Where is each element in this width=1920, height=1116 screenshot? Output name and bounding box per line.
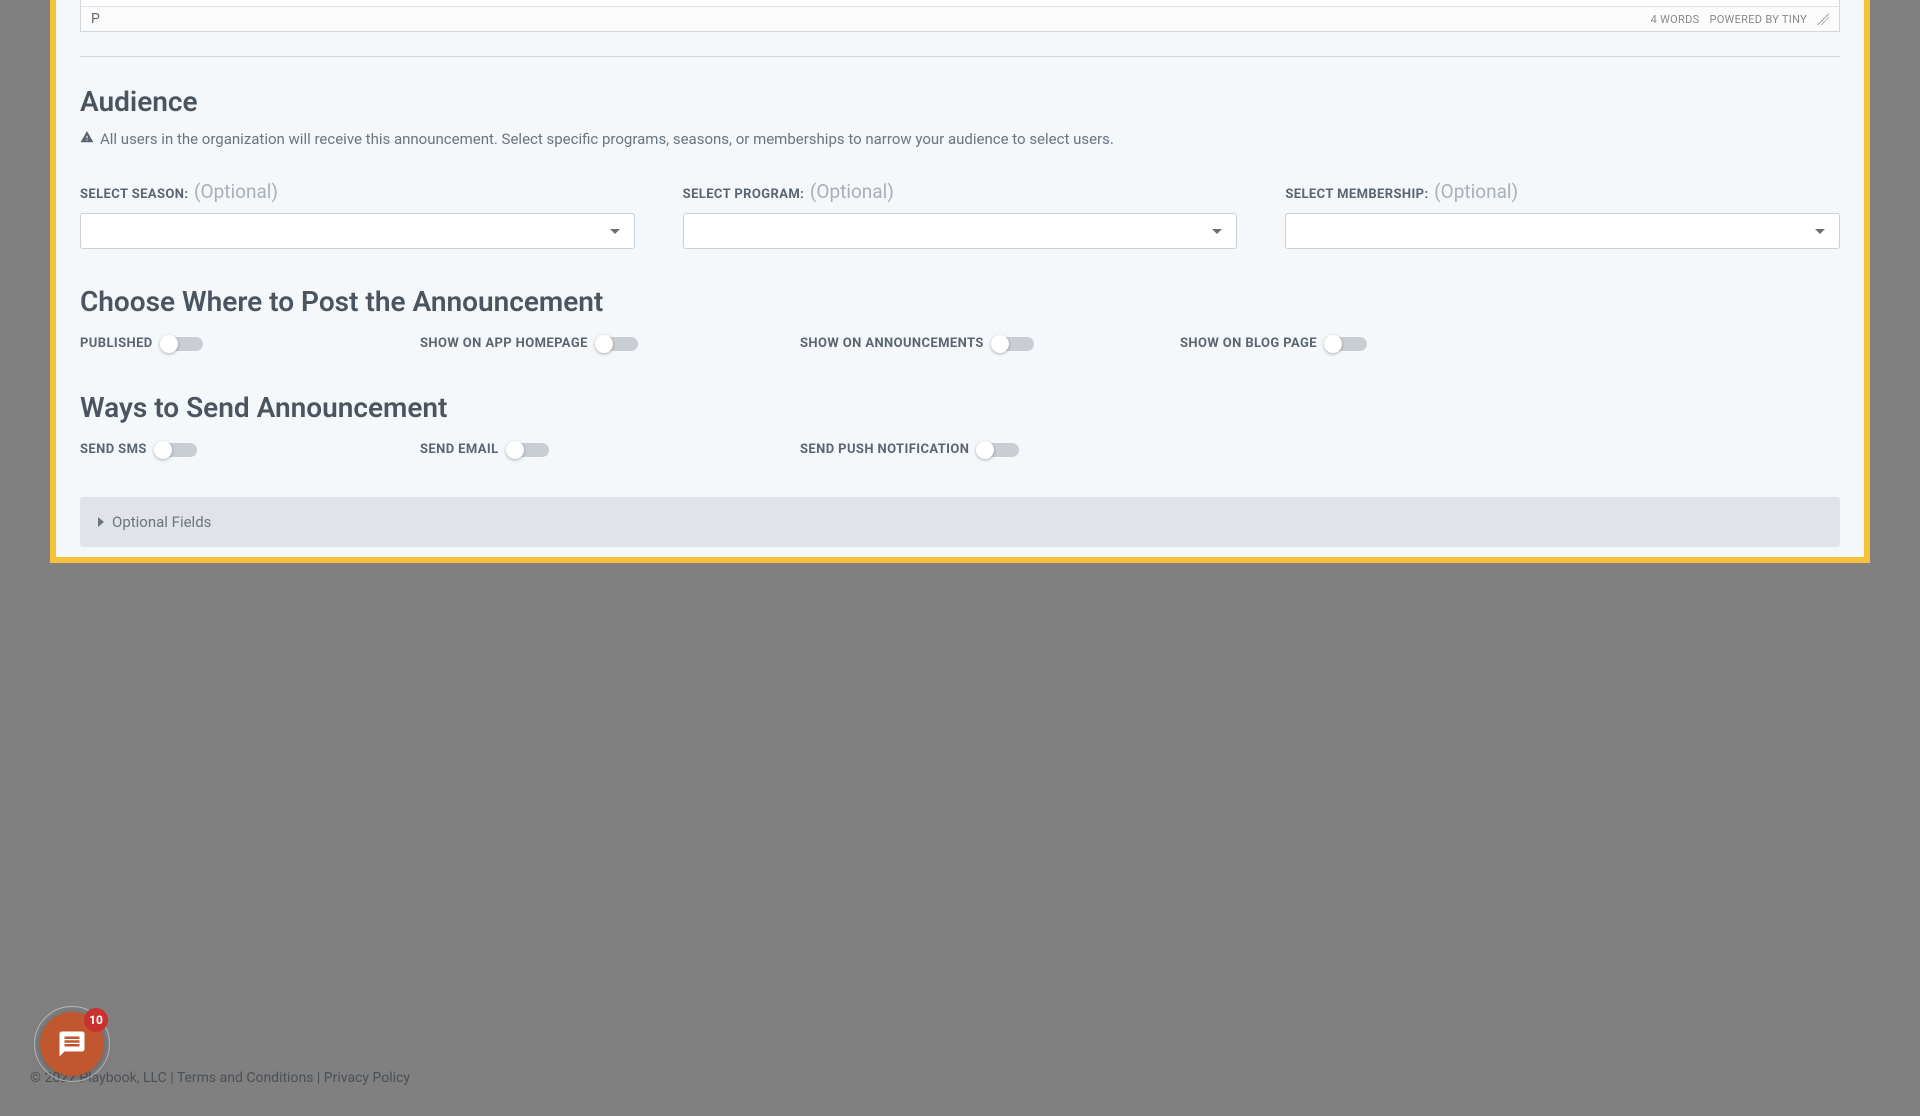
- optional-fields-label: Optional Fields: [112, 513, 211, 531]
- warning-icon: [80, 130, 94, 148]
- audience-filters-row: SELECT SEASON: (Optional) SELECT PROGRAM…: [80, 180, 1840, 249]
- announcements-label: SHOW ON ANNOUNCEMENTS: [800, 336, 984, 351]
- optional-fields-collapsible[interactable]: Optional Fields: [80, 497, 1840, 547]
- announcements-toggle-item: SHOW ON ANNOUNCEMENTS: [800, 336, 1080, 351]
- terms-link[interactable]: Terms and Conditions: [177, 1070, 314, 1086]
- program-label: SELECT PROGRAM: (Optional): [683, 180, 1238, 203]
- optional-hint: (Optional): [194, 180, 278, 203]
- optional-hint: (Optional): [1434, 180, 1518, 203]
- sms-label: SEND SMS: [80, 442, 147, 457]
- editor-statusbar: P 4 WORDS POWERED BY TINY: [81, 6, 1839, 31]
- send-section-title: Ways to Send Announcement: [80, 391, 1840, 424]
- resize-icon[interactable]: [1817, 13, 1829, 25]
- warning-text: All users in the organization will recei…: [100, 130, 1114, 148]
- blog-page-toggle-item: SHOW ON BLOG PAGE: [1180, 336, 1460, 351]
- powered-by: POWERED BY TINY: [1709, 13, 1807, 26]
- push-toggle-item: SEND PUSH NOTIFICATION: [800, 442, 1080, 457]
- editor-path: P: [91, 11, 100, 27]
- program-dropdown[interactable]: [683, 213, 1238, 249]
- published-toggle-item: PUBLISHED: [80, 336, 320, 351]
- post-toggles-row: PUBLISHED SHOW ON APP HOMEPAGE SHOW ON A…: [80, 336, 1840, 351]
- sms-toggle-item: SEND SMS: [80, 442, 320, 457]
- word-count: 4 WORDS: [1651, 13, 1700, 26]
- announcements-toggle[interactable]: [992, 337, 1034, 351]
- email-toggle[interactable]: [507, 443, 549, 457]
- app-homepage-label: SHOW ON APP HOMEPAGE: [420, 336, 588, 351]
- modal-body: P 4 WORDS POWERED BY TINY Audience All u…: [56, 0, 1864, 557]
- chat-icon: [57, 1029, 87, 1059]
- email-toggle-item: SEND EMAIL: [420, 442, 700, 457]
- chevron-down-icon: [610, 229, 620, 234]
- program-field: SELECT PROGRAM: (Optional): [683, 180, 1238, 249]
- season-field: SELECT SEASON: (Optional): [80, 180, 635, 249]
- app-homepage-toggle[interactable]: [596, 337, 638, 351]
- season-label: SELECT SEASON: (Optional): [80, 180, 635, 203]
- send-toggles-row: SEND SMS SEND EMAIL SEND PUSH NOTIFICATI…: [80, 442, 1840, 457]
- membership-field: SELECT MEMBERSHIP: (Optional): [1285, 180, 1840, 249]
- horizontal-scrollbar[interactable]: [0, 1096, 1690, 1106]
- season-dropdown[interactable]: [80, 213, 635, 249]
- membership-dropdown[interactable]: [1285, 213, 1840, 249]
- email-label: SEND EMAIL: [420, 442, 499, 457]
- post-section-title: Choose Where to Post the Announcement: [80, 285, 1840, 318]
- published-label: PUBLISHED: [80, 336, 153, 351]
- audience-warning: All users in the organization will recei…: [80, 130, 1840, 148]
- app-homepage-toggle-item: SHOW ON APP HOMEPAGE: [420, 336, 700, 351]
- optional-hint: (Optional): [810, 180, 894, 203]
- sms-toggle[interactable]: [155, 443, 197, 457]
- divider: [80, 56, 1840, 57]
- blog-page-label: SHOW ON BLOG PAGE: [1180, 336, 1317, 351]
- push-toggle[interactable]: [977, 443, 1019, 457]
- chevron-down-icon: [1212, 229, 1222, 234]
- membership-label: SELECT MEMBERSHIP: (Optional): [1285, 180, 1840, 203]
- chat-widget-button[interactable]: 10: [40, 1012, 104, 1076]
- blog-page-toggle[interactable]: [1325, 337, 1367, 351]
- audience-title: Audience: [80, 85, 1840, 118]
- published-toggle[interactable]: [161, 337, 203, 351]
- push-label: SEND PUSH NOTIFICATION: [800, 442, 969, 457]
- chevron-down-icon: [1815, 229, 1825, 234]
- chat-notification-badge: 10: [84, 1008, 108, 1032]
- privacy-link[interactable]: Privacy Policy: [324, 1070, 410, 1086]
- modal-container: P 4 WORDS POWERED BY TINY Audience All u…: [50, 0, 1870, 563]
- chevron-right-icon: [98, 517, 104, 527]
- rich-text-editor[interactable]: P 4 WORDS POWERED BY TINY: [80, 0, 1840, 32]
